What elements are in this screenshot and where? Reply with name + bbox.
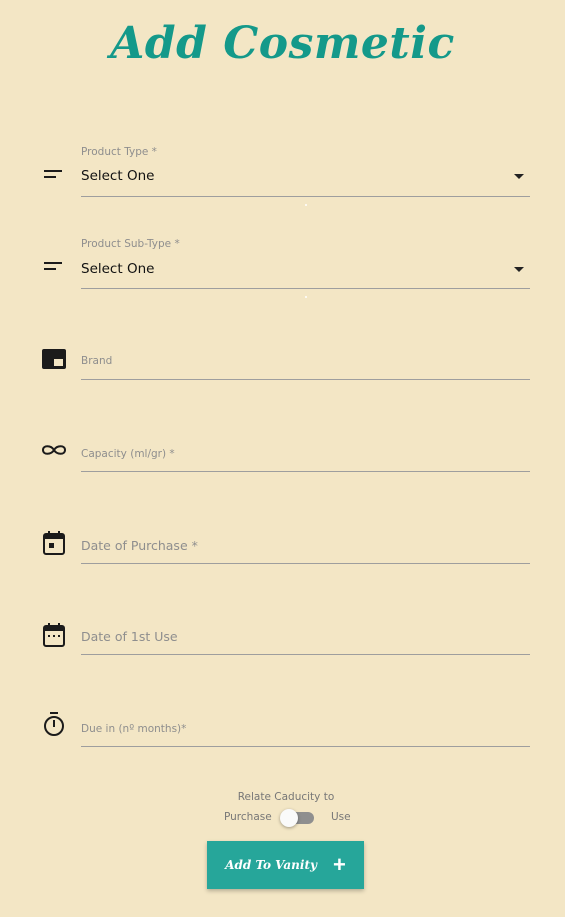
brand-input[interactable]: Brand	[81, 355, 112, 367]
date-first-use-input[interactable]: Date of 1st Use	[81, 629, 178, 644]
product-type-select[interactable]: Product Type * Select One	[0, 140, 565, 210]
brand-underline	[81, 379, 530, 380]
product-type-value[interactable]: Select One	[81, 168, 154, 184]
toggle-caption: Relate Caducity to	[237, 791, 335, 803]
caducity-toggle-row: Purchase Use	[0, 809, 565, 827]
infinity-icon	[40, 436, 68, 464]
add-to-vanity-button[interactable]: Add To Vanity +	[207, 841, 364, 889]
toggle-thumb[interactable]	[280, 809, 298, 827]
page-title: Add Cosmetic	[110, 18, 455, 69]
chevron-down-icon[interactable]	[514, 267, 524, 272]
product-subtype-value[interactable]: Select One	[81, 261, 154, 277]
divider-dot	[305, 296, 307, 298]
branding-watermark-icon	[40, 345, 68, 373]
product-subtype-select[interactable]: Product Sub-Type * Select One	[0, 233, 565, 303]
toggle-option-purchase: Purchase	[224, 811, 272, 823]
plus-icon: +	[332, 852, 346, 877]
product-subtype-label: Product Sub-Type *	[81, 238, 180, 250]
add-to-vanity-label: Add To Vanity	[225, 858, 317, 872]
event-calendar-icon	[40, 529, 68, 557]
divider-dot	[305, 204, 307, 206]
product-type-label: Product Type *	[81, 146, 157, 158]
capacity-field[interactable]: Capacity (ml/gr) *	[0, 432, 565, 502]
product-type-underline	[81, 196, 530, 197]
date-purchase-input[interactable]: Date of Purchase *	[81, 538, 198, 553]
brand-field[interactable]: Brand	[0, 340, 565, 410]
due-in-input[interactable]: Due in (nº months)*	[81, 723, 186, 735]
product-subtype-underline	[81, 288, 530, 289]
date-purchase-underline	[81, 563, 530, 564]
capacity-underline	[81, 471, 530, 472]
calendar-view-icon	[40, 621, 68, 649]
due-in-field[interactable]: Due in (nº months)*	[0, 708, 565, 778]
short-text-icon	[40, 253, 68, 281]
date-first-use-underline	[81, 654, 530, 655]
toggle-option-use: Use	[331, 811, 351, 823]
caducity-toggle-switch[interactable]	[280, 809, 314, 827]
date-first-use-field[interactable]: Date of 1st Use	[0, 619, 565, 689]
short-text-icon	[40, 161, 68, 189]
capacity-input[interactable]: Capacity (ml/gr) *	[81, 448, 175, 460]
timer-icon	[40, 711, 68, 739]
due-in-underline	[81, 746, 530, 747]
chevron-down-icon[interactable]	[514, 174, 524, 179]
date-purchase-field[interactable]: Date of Purchase *	[0, 528, 565, 598]
